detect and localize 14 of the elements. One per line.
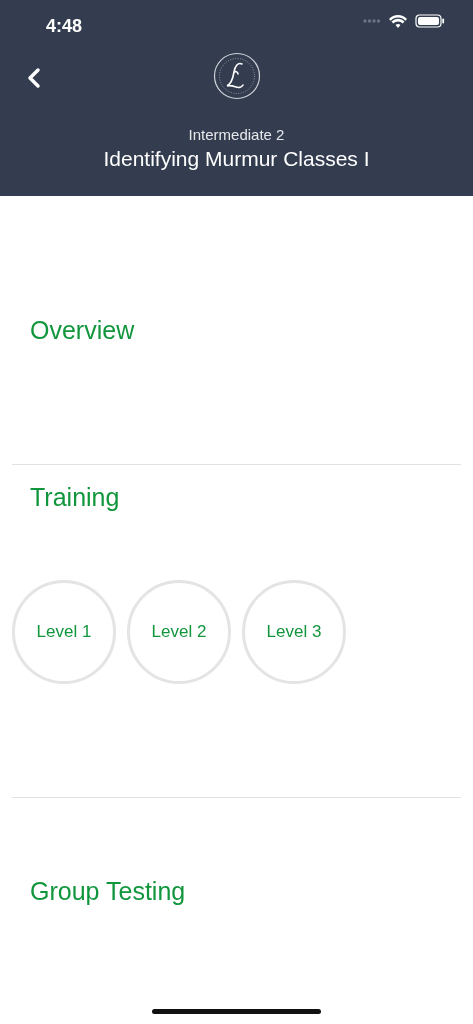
chevron-left-icon xyxy=(27,66,41,89)
level-button[interactable]: Level 1 xyxy=(12,580,116,684)
subtitle: Intermediate 2 xyxy=(187,126,286,144)
level-button[interactable]: Level 3 xyxy=(242,580,346,684)
status-time: 4:48 xyxy=(46,15,83,38)
section-heading[interactable]: Overview xyxy=(30,315,135,345)
section-heading[interactable]: Group Testing xyxy=(30,876,186,906)
logo-icon xyxy=(213,52,261,100)
page-title: Identifying Murmur Classes I xyxy=(102,146,371,172)
section-heading[interactable]: Training xyxy=(30,482,120,512)
wifi-icon xyxy=(389,14,407,28)
level-button[interactable]: Level 2 xyxy=(127,580,231,684)
signal-icon xyxy=(363,19,381,23)
battery-icon xyxy=(415,14,445,28)
